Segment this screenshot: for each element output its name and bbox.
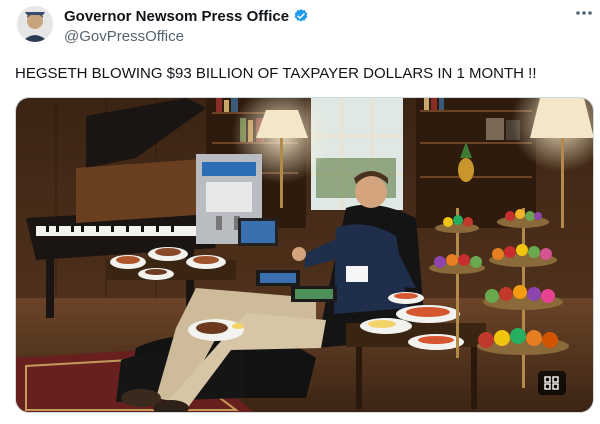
- grid-icon[interactable]: [538, 371, 566, 395]
- tweet-media-image[interactable]: [15, 97, 594, 413]
- author-display-name[interactable]: Governor Newsom Press Office: [64, 8, 289, 25]
- verified-badge-icon: [293, 8, 309, 24]
- more-options-icon[interactable]: [574, 4, 594, 22]
- author-handle[interactable]: @GovPressOffice: [64, 28, 184, 45]
- profile-avatar[interactable]: [17, 6, 53, 42]
- tweet-text: HEGSETH BLOWING $93 BILLION OF TAXPAYER …: [15, 65, 537, 82]
- tweet-card: Governor Newsom Press Office @GovPressOf…: [0, 0, 600, 424]
- author-name-row: Governor Newsom Press Office: [64, 7, 309, 25]
